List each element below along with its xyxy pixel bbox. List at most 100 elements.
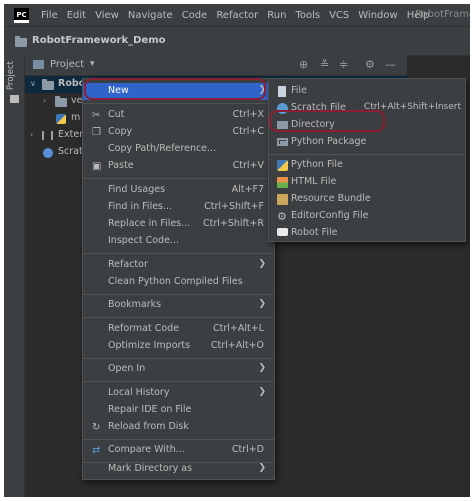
menu-item-repair-ide[interactable]: Repair IDE on File xyxy=(83,402,274,419)
menu-item-label: Resource Bundle xyxy=(291,193,371,204)
menu-item-reformat-code[interactable]: Reformat Code Ctrl+Alt+L xyxy=(83,321,274,338)
folder-icon xyxy=(55,96,67,107)
structure-icon[interactable] xyxy=(10,95,19,103)
menu-item-label: Mark Directory as xyxy=(108,463,193,474)
project-tool-header: Project ▾ ⊕ ≚ ≑ ⚙ — xyxy=(25,55,407,76)
submenu-item-python-package[interactable]: Python Package xyxy=(269,134,465,151)
menu-item-label: Cut xyxy=(108,109,125,120)
menu-item-shortcut: Ctrl+D xyxy=(231,444,264,455)
menu-item-refactor[interactable]: Refactor ❯ xyxy=(83,257,274,274)
menu-item-replace-in-files[interactable]: Replace in Files... Ctrl+Shift+R xyxy=(83,216,274,233)
menu-item-shortcut: Ctrl+Alt+O xyxy=(210,340,264,351)
copy-icon: ❐ xyxy=(92,127,101,138)
gear-icon[interactable]: ⚙ xyxy=(365,58,375,71)
menu-run[interactable]: Run xyxy=(267,10,286,21)
menu-item-clean-python[interactable]: Clean Python Compiled Files xyxy=(83,274,274,291)
scratch-file-icon xyxy=(277,103,288,114)
menu-separator xyxy=(83,317,274,318)
menu-item-label: Reformat Code xyxy=(108,323,180,334)
submenu-item-directory[interactable]: Directory xyxy=(269,117,465,134)
menu-item-new[interactable]: New ❯ xyxy=(83,83,274,100)
python-file-icon xyxy=(277,160,288,171)
menu-file[interactable]: File xyxy=(41,10,58,21)
menu-item-paste[interactable]: ▣ Paste Ctrl+V xyxy=(83,158,274,175)
collapse-arrow-icon[interactable]: › xyxy=(43,96,46,105)
menu-item-label: Robot File xyxy=(291,227,338,238)
window-title: RobotFrame xyxy=(415,9,470,20)
menu-item-optimize-imports[interactable]: Optimize Imports Ctrl+Alt+O xyxy=(83,338,274,355)
left-tool-strip: Project xyxy=(4,55,25,497)
menu-item-copy-path[interactable]: Copy Path/Reference... xyxy=(83,141,274,158)
menu-item-local-history[interactable]: Local History ❯ xyxy=(83,385,274,402)
menu-edit[interactable]: Edit xyxy=(67,10,86,21)
chevron-right-icon: ❯ xyxy=(258,85,266,95)
menu-window[interactable]: Window xyxy=(358,10,397,21)
menu-vcs[interactable]: VCS xyxy=(329,10,349,21)
navigation-bar: RobotFramework_Demo xyxy=(4,26,470,56)
menu-item-label: Replace in Files... xyxy=(108,218,191,229)
menu-item-open-in[interactable]: Open In ❯ xyxy=(83,361,274,378)
menu-item-cut[interactable]: ✂ Cut Ctrl+X xyxy=(83,107,274,124)
menu-code[interactable]: Code xyxy=(182,10,208,21)
collapse-arrow-icon[interactable]: › xyxy=(30,130,33,139)
compare-icon: ⇄ xyxy=(92,445,101,456)
menu-item-copy[interactable]: ❐ Copy Ctrl+C xyxy=(83,124,274,141)
menu-separator xyxy=(269,154,465,155)
menu-item-inspect-code[interactable]: Inspect Code... xyxy=(83,233,274,250)
tree-item-label: m xyxy=(71,112,81,123)
submenu-item-editorconfig[interactable]: ⚙ EditorConfig File xyxy=(269,208,465,225)
submenu-item-python-file[interactable]: Python File xyxy=(269,157,465,174)
minimize-icon[interactable]: — xyxy=(385,58,396,71)
menu-navigate[interactable]: Navigate xyxy=(128,10,173,21)
menu-separator xyxy=(83,439,274,440)
submenu-item-scratch-file[interactable]: Scratch File Ctrl+Alt+Shift+Insert xyxy=(269,100,465,117)
menu-item-shortcut: Ctrl+X xyxy=(232,109,264,120)
submenu-item-resource-bundle[interactable]: Resource Bundle xyxy=(269,191,465,208)
menu-item-label: Repair IDE on File xyxy=(108,404,192,415)
menu-item-shortcut: Alt+F7 xyxy=(231,184,264,195)
menu-view[interactable]: View xyxy=(95,10,119,21)
menu-separator xyxy=(83,294,274,295)
menu-item-find-in-files[interactable]: Find in Files... Ctrl+Shift+F xyxy=(83,199,274,216)
menu-separator xyxy=(83,103,274,104)
menu-item-shortcut: Ctrl+V xyxy=(232,160,264,171)
menu-item-label: Clean Python Compiled Files xyxy=(108,276,243,287)
menu-separator xyxy=(83,381,274,382)
menu-tools[interactable]: Tools xyxy=(295,10,320,21)
project-breadcrumb[interactable]: RobotFramework_Demo xyxy=(32,35,166,46)
menu-refactor[interactable]: Refactor xyxy=(216,10,258,21)
chevron-right-icon: ❯ xyxy=(258,387,266,397)
submenu-item-html-file[interactable]: HTML File xyxy=(269,174,465,191)
expand-all-icon[interactable]: ≚ xyxy=(320,58,329,71)
menu-item-find-usages[interactable]: Find Usages Alt+F7 xyxy=(83,182,274,199)
collapse-all-icon[interactable]: ≑ xyxy=(339,58,348,71)
menu-item-compare-with[interactable]: ⇄ Compare With... Ctrl+D xyxy=(83,442,274,459)
pycharm-logo-icon: PC xyxy=(14,7,29,23)
chevron-right-icon: ❯ xyxy=(258,299,266,309)
chevron-right-icon: ❯ xyxy=(258,463,266,473)
submenu-item-file[interactable]: File xyxy=(269,83,465,100)
menu-item-label: HTML File xyxy=(291,176,337,187)
new-submenu: File Scratch File Ctrl+Alt+Shift+Insert … xyxy=(268,78,466,242)
menu-separator xyxy=(83,178,274,179)
menu-item-label: Find Usages xyxy=(108,184,166,195)
menu-item-label: Find in Files... xyxy=(108,201,173,212)
menu-item-label: Local History xyxy=(108,387,170,398)
menu-item-shortcut: Ctrl+Alt+Shift+Insert xyxy=(363,102,461,112)
context-menu: New ❯ ✂ Cut Ctrl+X ❐ Copy Ctrl+C Copy Pa… xyxy=(82,78,275,480)
project-view-selector[interactable]: Project xyxy=(50,59,84,70)
menu-item-shortcut: Ctrl+Shift+R xyxy=(202,218,264,229)
resource-bundle-icon xyxy=(277,194,288,205)
expand-arrow-icon[interactable]: ∨ xyxy=(30,79,36,88)
menu-item-mark-directory[interactable]: Mark Directory as ❯ xyxy=(83,461,274,478)
library-icon xyxy=(42,131,53,140)
menu-item-reload-from-disk[interactable]: ↻ Reload from Disk xyxy=(83,419,274,436)
locate-icon[interactable]: ⊕ xyxy=(299,58,308,71)
chevron-down-icon[interactable]: ▾ xyxy=(90,59,95,69)
scratches-icon xyxy=(43,148,53,158)
submenu-item-robot-file[interactable]: Robot File xyxy=(269,225,465,242)
menu-bar: PC File Edit View Navigate Code Refactor… xyxy=(4,4,470,26)
menu-item-bookmarks[interactable]: Bookmarks ❯ xyxy=(83,297,274,314)
project-tool-tab[interactable]: Project xyxy=(6,61,16,90)
menu-item-label: New xyxy=(108,85,129,96)
